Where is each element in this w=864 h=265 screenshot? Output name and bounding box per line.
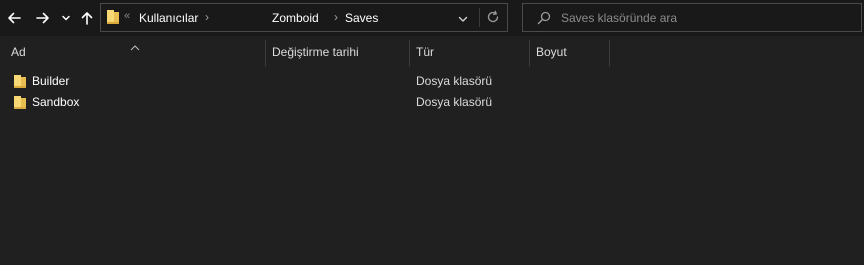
list-item[interactable]: Builder Dosya klasörü: [0, 71, 864, 92]
sort-ascending-icon: [130, 38, 140, 56]
chevron-down-icon: [62, 15, 70, 21]
folder-icon: [13, 95, 27, 115]
recent-locations-button[interactable]: [59, 6, 73, 30]
column-divider[interactable]: [409, 40, 410, 66]
column-header-type[interactable]: Tür: [416, 45, 434, 59]
breadcrumb-separator-icon[interactable]: ›: [205, 10, 209, 24]
item-name: Sandbox: [32, 95, 80, 109]
navigation-bar: « Kullanıcılar › Zomboid › Saves: [0, 0, 864, 36]
column-divider[interactable]: [529, 40, 530, 66]
column-divider[interactable]: [609, 40, 610, 66]
item-type: Dosya klasörü: [416, 95, 493, 109]
breadcrumb-item-saves[interactable]: Saves: [345, 11, 378, 25]
column-header-size[interactable]: Boyut: [536, 45, 567, 59]
address-history-button[interactable]: [457, 12, 469, 30]
breadcrumb-item-kullanicilar[interactable]: Kullanıcılar: [139, 11, 198, 25]
arrow-right-icon: [36, 12, 49, 24]
search-input[interactable]: [561, 8, 851, 27]
folder-icon: [106, 9, 120, 30]
arrow-left-icon: [8, 12, 21, 24]
file-explorer-window: « Kullanıcılar › Zomboid › Saves Saves k…: [0, 0, 864, 265]
up-button[interactable]: [78, 6, 96, 30]
search-box[interactable]: [522, 3, 862, 32]
address-bar[interactable]: « Kullanıcılar › Zomboid › Saves: [100, 3, 508, 32]
breadcrumb-overflow-icon[interactable]: «: [124, 10, 130, 22]
forward-button[interactable]: [33, 6, 53, 30]
arrow-up-icon: [81, 12, 93, 25]
address-divider: [479, 8, 480, 27]
file-list: Ad Değiştirme tarihi Tür Boyut Builder D…: [0, 36, 864, 265]
column-divider[interactable]: [265, 40, 266, 66]
folder-icon: [13, 74, 27, 94]
refresh-button[interactable]: [486, 10, 500, 29]
back-button[interactable]: [4, 6, 24, 30]
list-item[interactable]: Sandbox Dosya klasörü: [0, 92, 864, 113]
breadcrumb-separator-icon[interactable]: ›: [334, 10, 338, 24]
column-header-name[interactable]: Ad: [11, 45, 26, 59]
refresh-icon: [487, 10, 499, 23]
column-header-modified[interactable]: Değiştirme tarihi: [272, 45, 359, 59]
breadcrumb-item-zomboid[interactable]: Zomboid: [272, 11, 319, 25]
item-name: Builder: [32, 74, 70, 88]
search-icon: [537, 11, 551, 30]
item-type: Dosya klasörü: [416, 74, 493, 88]
chevron-down-icon: [458, 16, 468, 22]
